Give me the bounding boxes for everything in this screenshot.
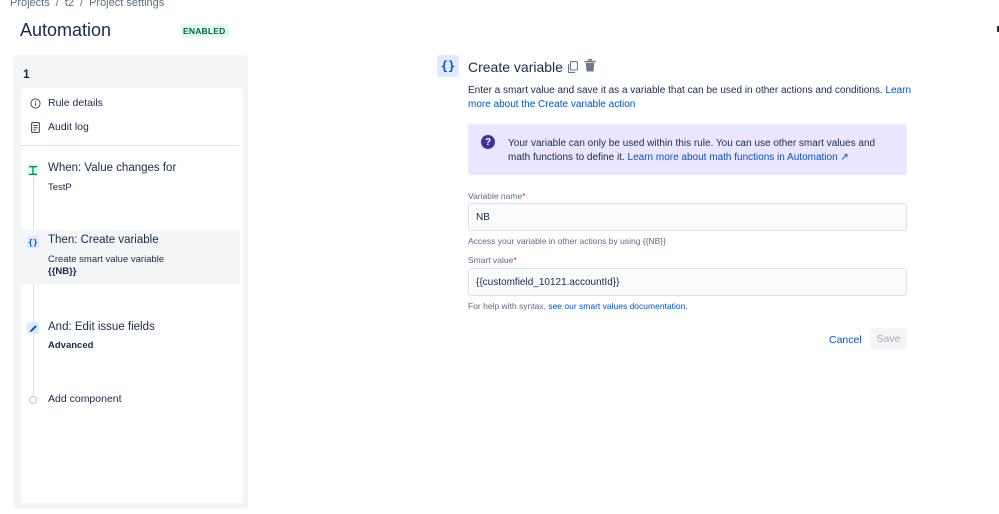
breadcrumb: Projects / t2 / Project settings (10, 0, 164, 9)
smart-value-input[interactable]: {{customfield_10121.accountId}} (468, 268, 907, 296)
curly-braces-icon: {} (27, 236, 39, 248)
smart-value-helper: For help with syntax, see our smart valu… (468, 301, 688, 311)
rule-components-list: Rule details Audit log When: Value chang… (21, 88, 243, 503)
sidebar-item-rule-details[interactable]: Rule details (21, 92, 103, 114)
add-component-button[interactable]: Add component (48, 393, 122, 405)
breadcrumb-separator: / (55, 0, 59, 9)
step-subtitle: Advanced (48, 340, 94, 351)
trash-icon[interactable] (584, 59, 596, 72)
copy-icon[interactable] (568, 60, 578, 73)
breadcrumb-separator: / (80, 0, 84, 9)
component-description: Enter a smart value and save it as a var… (468, 84, 913, 112)
rule-panel: 1 Rule details Audit log When: Value cha… (13, 55, 248, 509)
save-button[interactable]: Save (870, 328, 907, 350)
variable-name-label: Variable name* (468, 191, 526, 201)
step-title: And: Edit issue fields (48, 321, 155, 333)
step-subtitle: Create smart value variable (48, 254, 165, 265)
component-title: Create variable (468, 59, 563, 75)
add-component-dot-icon (29, 396, 37, 404)
status-badge: ENABLED (180, 24, 229, 38)
document-icon (29, 121, 41, 133)
question-icon: ? (481, 135, 495, 149)
math-functions-link[interactable]: Learn more about math functions in Autom… (628, 152, 849, 163)
breadcrumb-project[interactable]: t2 (65, 0, 74, 9)
variable-name-helper: Access your variable in other actions by… (468, 236, 666, 246)
required-indicator: * (513, 255, 517, 265)
page-title: Automation (20, 20, 112, 40)
step-title: Then: Create variable (48, 234, 159, 246)
rule-step-edit-issue[interactable]: And: Edit issue fields Advanced (21, 318, 240, 358)
step-variable-name: {{NB}} (48, 266, 77, 277)
label-text: Smart value (468, 255, 514, 265)
step-subtitle: TestP (48, 182, 72, 193)
variable-name-input[interactable]: NB (468, 203, 907, 231)
sidebar-item-audit-log[interactable]: Audit log (21, 116, 89, 138)
info-icon (29, 97, 41, 109)
required-indicator: * (522, 191, 526, 201)
label-text: Variable name (468, 191, 523, 201)
rule-step-trigger[interactable]: When: Value changes for TestP (21, 159, 240, 203)
breadcrumb-project-settings[interactable]: Project settings (89, 0, 164, 9)
description-text: Enter a smart value and save it as a var… (468, 85, 883, 96)
rule-number: 1 (23, 67, 30, 81)
info-panel: ? Your variable can only be used within … (468, 124, 907, 175)
curly-braces-icon: {} (437, 55, 459, 77)
breadcrumb-projects[interactable]: Projects (10, 0, 50, 9)
rule-step-create-variable[interactable]: {} Then: Create variable Create smart va… (21, 230, 240, 284)
cancel-button[interactable]: Cancel (824, 331, 867, 349)
smart-values-docs-link[interactable]: see our smart values documentation. (548, 301, 687, 311)
pencil-icon (27, 322, 39, 334)
sidebar-item-label: Audit log (48, 121, 89, 133)
smart-value-label: Smart value* (468, 255, 517, 265)
trigger-icon (27, 164, 39, 176)
divider (21, 145, 239, 146)
helper-text: For help with syntax, (468, 301, 546, 311)
sidebar-item-label: Rule details (48, 97, 103, 109)
step-title: When: Value changes for (48, 162, 177, 174)
info-panel-text: Your variable can only be used within th… (508, 137, 888, 165)
